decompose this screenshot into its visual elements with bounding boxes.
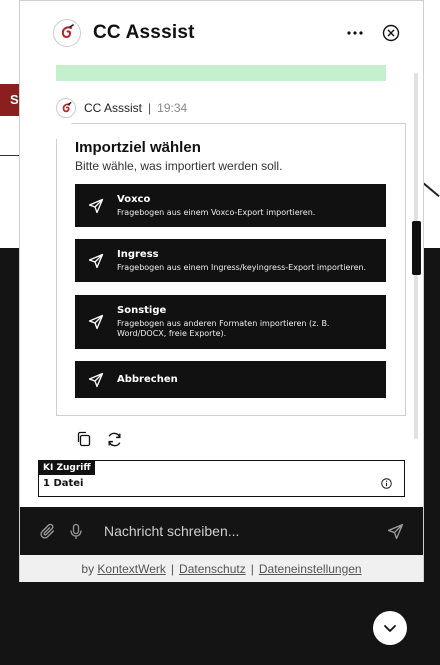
option-label: Voxco	[117, 193, 151, 205]
microphone-icon	[70, 523, 82, 539]
brand-link[interactable]: KontextWerk	[97, 562, 165, 576]
data-settings-link[interactable]: Dateneinstellungen	[259, 562, 362, 576]
message-meta: CC Asssist | 19:34	[56, 97, 187, 119]
sender-avatar	[56, 98, 76, 118]
import-target-card: Importziel wählen Bitte wähle, was impor…	[56, 123, 406, 416]
logo-swirl-icon	[61, 24, 74, 38]
more-options-button[interactable]	[345, 23, 365, 43]
meta-separator: |	[148, 101, 152, 115]
message-time: 19:34	[157, 101, 188, 115]
option-voxco-button[interactable]: Voxco Fragebogen aus einem Voxco-Export …	[75, 184, 386, 227]
copy-icon	[77, 431, 91, 447]
refresh-icon	[107, 432, 121, 446]
message-actions	[75, 430, 123, 448]
card-subtitle: Bitte wähle, was importiert werden soll.	[75, 159, 283, 173]
send-icon	[75, 372, 117, 388]
copy-button[interactable]	[75, 430, 93, 448]
card-title: Importziel wählen	[75, 139, 201, 156]
option-label: Ingress	[117, 248, 159, 260]
ki-access-tag: KI Zugriff	[39, 461, 95, 475]
option-ingress-button[interactable]: Ingress Fragebogen aus einem Ingress/key…	[75, 239, 386, 282]
message-composer	[20, 507, 423, 555]
privacy-link[interactable]: Datenschutz	[179, 562, 246, 576]
assistant-logo	[53, 19, 81, 47]
option-abbrechen-button[interactable]: Abbrechen	[75, 361, 386, 398]
option-sonstige-button[interactable]: Sonstige Fragebogen aus anderen Formaten…	[75, 295, 386, 349]
card-notch	[56, 123, 72, 139]
option-label: Sonstige	[117, 305, 167, 316]
widget-footer: by KontextWerk | Datenschutz | Dateneins…	[20, 555, 423, 582]
send-icon	[387, 523, 403, 539]
close-chat-button[interactable]	[381, 23, 401, 43]
send-message-button[interactable]	[386, 522, 404, 540]
send-icon	[75, 198, 117, 214]
send-icon	[75, 253, 117, 269]
chevron-down-icon	[384, 625, 396, 632]
ki-access-panel[interactable]: KI Zugriff 1 Datei	[38, 460, 405, 497]
footer-by: by	[81, 561, 95, 576]
chat-widget: CC Asssist CC Asssist | 19:34 Importziel…	[19, 0, 424, 582]
option-description: Fragebogen aus anderen Formaten importie…	[117, 319, 330, 338]
more-horizontal-icon	[347, 31, 363, 35]
close-circle-icon	[382, 24, 400, 42]
chat-title: CC Asssist	[93, 22, 195, 43]
scroll-down-button[interactable]	[373, 611, 407, 645]
message-list[interactable]: CC Asssist | 19:34 Importziel wählen Bit…	[20, 65, 423, 443]
logo-swirl-icon	[62, 101, 71, 112]
footer-separator: |	[170, 561, 175, 576]
paperclip-icon	[39, 523, 54, 539]
message-input[interactable]	[104, 521, 364, 541]
option-description: Fragebogen aus einem Ingress/keyingress-…	[117, 262, 367, 272]
option-description: Fragebogen aus einem Voxco-Export import…	[117, 207, 316, 217]
regenerate-button[interactable]	[105, 430, 123, 448]
sender-name: CC Asssist	[84, 101, 143, 115]
attach-button[interactable]	[38, 522, 56, 540]
send-icon	[75, 314, 117, 330]
chat-header: CC Asssist	[20, 1, 423, 65]
previous-message-bubble	[56, 65, 386, 81]
option-label: Abbrechen	[117, 374, 178, 385]
ki-file-count: 1 Datei	[43, 478, 84, 489]
voice-input-button[interactable]	[67, 522, 85, 540]
footer-separator: |	[250, 561, 254, 576]
info-icon[interactable]	[381, 478, 392, 489]
scrollbar-thumb[interactable]	[412, 221, 421, 275]
